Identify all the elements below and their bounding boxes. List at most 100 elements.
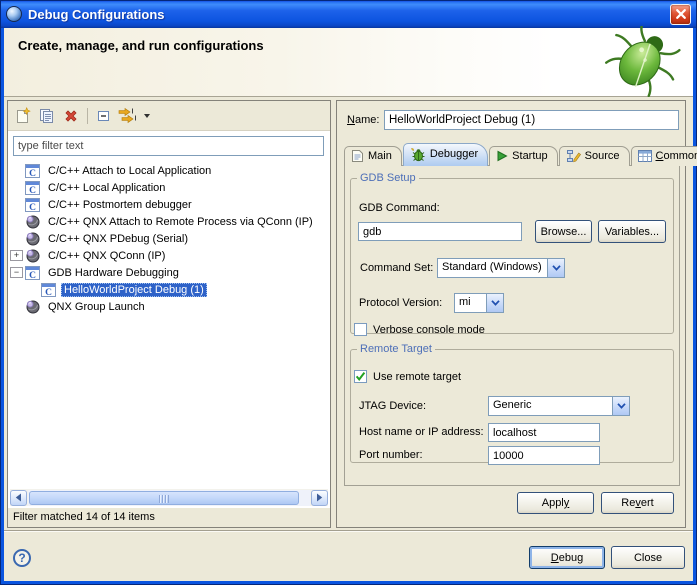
chevron-down-icon[interactable] — [486, 294, 503, 312]
new-config-icon — [14, 107, 32, 125]
chevron-down-icon[interactable] — [612, 397, 629, 415]
tree-item-label: C/C++ QNX QConn (IP) — [45, 249, 168, 263]
qnx-icon — [25, 248, 41, 263]
tab-common[interactable]: Common — [631, 146, 697, 166]
tree-item-label: C/C++ Postmortem debugger — [45, 198, 195, 212]
close-button[interactable]: Close — [611, 546, 685, 569]
close-icon[interactable] — [670, 4, 691, 25]
tree-item[interactable]: QNX Group Launch — [8, 298, 330, 315]
tree-item[interactable]: + C/C++ QNX QConn (IP) — [8, 247, 330, 264]
filter-input[interactable] — [13, 136, 324, 156]
gdb-setup-group: GDB Setup GDB Command: Browse... Variabl… — [350, 172, 674, 334]
port-number-input[interactable] — [488, 446, 600, 465]
tab-label: Common — [656, 150, 697, 162]
variables-button[interactable]: Variables... — [598, 220, 666, 243]
tree-item[interactable]: C/C++ QNX PDebug (Serial) — [8, 230, 330, 247]
tree-item-label: C/C++ Attach to Local Application — [45, 164, 214, 178]
horizontal-scrollbar[interactable] — [10, 489, 328, 506]
tree-item[interactable]: C C/C++ Postmortem debugger — [8, 196, 330, 213]
command-set-value: Standard (Windows) — [438, 259, 547, 277]
command-set-label: Command Set: — [360, 262, 433, 274]
expand-plus-icon[interactable]: + — [10, 250, 23, 261]
help-icon[interactable]: ? — [13, 549, 31, 567]
jtag-device-select[interactable]: Generic — [488, 396, 630, 416]
debug-configurations-dialog: Debug Configurations Create, manage, and… — [0, 0, 697, 585]
port-number-label: Port number: — [359, 449, 423, 461]
tree-item[interactable]: −C GDB Hardware Debugging — [8, 264, 330, 281]
collapse-all-icon — [96, 108, 112, 124]
svg-text:C: C — [45, 288, 52, 297]
header-banner: Create, manage, and run configurations — [4, 28, 693, 97]
configuration-detail-panel: Name: MainDebuggerStartupSourceCommon GD… — [336, 100, 686, 528]
duplicate-configuration-button[interactable] — [36, 105, 58, 127]
title-bar[interactable]: Debug Configurations — [0, 0, 697, 28]
thumb-grip-icon — [159, 495, 169, 503]
collapse-all-button[interactable] — [93, 105, 115, 127]
scrollbar-thumb[interactable] — [29, 491, 299, 505]
tree-item[interactable]: C/C++ QNX Attach to Remote Process via Q… — [8, 213, 330, 230]
revert-button[interactable]: Revert — [601, 492, 674, 514]
qnx-icon — [25, 299, 41, 314]
startup-tab-icon — [496, 150, 508, 162]
browse-button[interactable]: Browse... — [535, 220, 592, 243]
protocol-version-value: mi — [455, 294, 486, 312]
c-app-icon: C — [25, 180, 41, 195]
verbose-console-checkbox[interactable]: Verbose console mode — [354, 323, 485, 336]
filter-menu-button[interactable] — [141, 105, 153, 127]
tree-item[interactable]: C HelloWorldProject Debug (1) — [8, 281, 330, 298]
jtag-device-label: JTAG Device: — [359, 400, 426, 412]
jtag-device-value: Generic — [489, 397, 612, 415]
svg-text:C: C — [29, 186, 36, 195]
c-app-icon: C — [25, 197, 41, 212]
host-input[interactable] — [488, 423, 600, 442]
tree-area: C C/C++ Attach to Local Application C C/C++… — [8, 130, 330, 508]
expander-spacer — [10, 165, 23, 176]
protocol-version-label: Protocol Version: — [359, 297, 442, 309]
common-tab-icon — [638, 150, 652, 162]
tree-item-label: C/C++ QNX Attach to Remote Process via Q… — [45, 215, 316, 229]
use-remote-target-checkbox[interactable]: Use remote target — [354, 370, 461, 383]
configurations-panel: C C/C++ Attach to Local Application C C/C++… — [7, 100, 331, 528]
apply-button[interactable]: Apply — [517, 492, 594, 514]
toolbar-separator — [87, 108, 88, 124]
qnx-icon — [25, 214, 41, 229]
new-configuration-button[interactable] — [12, 105, 34, 127]
c-app-icon: C — [25, 265, 41, 280]
tab-startup[interactable]: Startup — [489, 146, 557, 166]
verbose-console-label: Verbose console mode — [373, 324, 485, 336]
expander-spacer — [26, 284, 39, 295]
page-title: Create, manage, and run configurations — [18, 38, 264, 53]
name-input[interactable] — [384, 110, 679, 130]
footer-divider — [4, 530, 693, 531]
scrollbar-track[interactable] — [28, 490, 310, 506]
tab-source[interactable]: Source — [559, 146, 630, 166]
checkbox-checked-icon — [354, 370, 367, 383]
checkbox-unchecked-icon — [354, 323, 367, 336]
svg-text:C: C — [29, 169, 36, 178]
window-title: Debug Configurations — [28, 7, 664, 22]
debug-button[interactable]: Debug — [529, 546, 605, 569]
chevron-down-icon[interactable] — [547, 259, 564, 277]
tab-label: Main — [368, 150, 392, 162]
command-set-select[interactable]: Standard (Windows) — [437, 258, 565, 278]
gdb-command-label: GDB Command: — [359, 202, 440, 214]
filter-status: Filter matched 14 of 14 items — [8, 508, 330, 527]
tree-item-label: HelloWorldProject Debug (1) — [61, 283, 207, 297]
tree-item-label: QNX Group Launch — [45, 300, 148, 314]
gdb-command-input[interactable] — [358, 222, 522, 241]
scroll-right-button[interactable] — [311, 490, 328, 506]
tab-debugger[interactable]: Debugger — [403, 143, 488, 166]
tree-item[interactable]: C C/C++ Local Application — [8, 179, 330, 196]
svg-text:C: C — [29, 271, 36, 280]
tree-item-label: GDB Hardware Debugging — [45, 266, 182, 280]
filter-configurations-button[interactable] — [117, 105, 139, 127]
tree-item-label: C/C++ Local Application — [45, 181, 168, 195]
configurations-toolbar — [8, 101, 330, 130]
protocol-version-select[interactable]: mi — [454, 293, 504, 313]
collapse-minus-icon[interactable]: − — [10, 267, 23, 278]
delete-configuration-button[interactable] — [60, 105, 82, 127]
dialog-body: C C/C++ Attach to Local Application C C/C++… — [4, 97, 693, 581]
tree-item[interactable]: C C/C++ Attach to Local Application — [8, 162, 330, 179]
tab-main[interactable]: Main — [344, 146, 402, 166]
scroll-left-button[interactable] — [10, 490, 27, 506]
